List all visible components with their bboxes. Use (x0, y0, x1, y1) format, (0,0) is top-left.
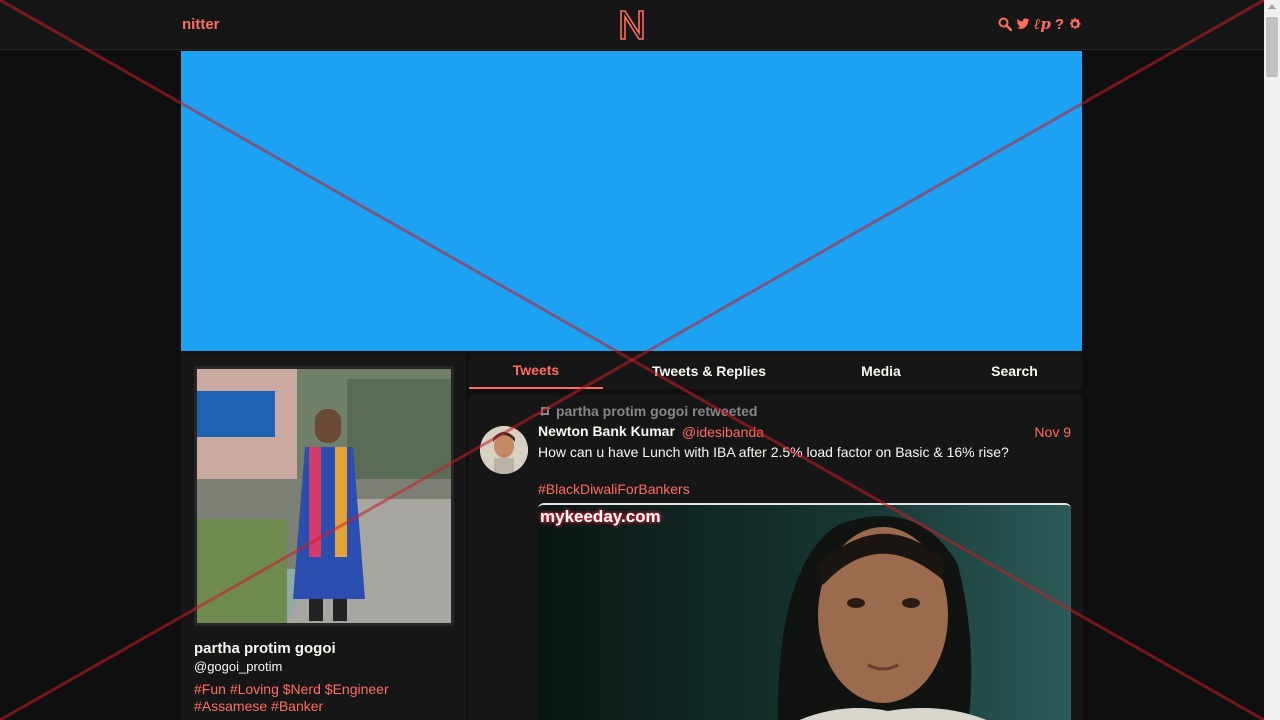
tweet-item[interactable]: partha protim gogoi retweeted Newton Ban… (469, 395, 1082, 720)
bio-line-2: #Assamese #Banker (194, 698, 454, 715)
profile-avatar[interactable] (194, 366, 454, 626)
tweet-fullname[interactable]: Newton Bank Kumar (538, 423, 675, 439)
tweet-text: How can u have Lunch with IBA after 2.5%… (538, 444, 1009, 460)
nitter-logo-icon[interactable] (618, 9, 646, 41)
twitter-bird-icon[interactable] (1016, 16, 1030, 32)
retweet-header-text: partha protim gogoi retweeted (556, 403, 758, 419)
tab-tweets[interactable]: Tweets (469, 353, 603, 389)
tweet-username[interactable]: @idesibanda (682, 424, 764, 440)
profile-username[interactable]: @gogoi_protim (194, 659, 282, 674)
media-watermark: mykeeday.com (540, 507, 661, 526)
page-scrollbar[interactable] (1264, 0, 1280, 720)
profile-fullname[interactable]: partha protim gogoi (194, 640, 336, 657)
bio-cashtag-nerd[interactable]: $Nerd (283, 681, 321, 697)
brand-link[interactable]: nitter (182, 16, 220, 33)
tab-tweets-replies[interactable]: Tweets & Replies (603, 353, 815, 389)
tweet-hashtag[interactable]: #BlackDiwaliForBankers (538, 481, 690, 497)
navbar: nitter ℓp ? (0, 0, 1264, 50)
bio-hashtag-banker[interactable]: #Banker (271, 698, 323, 714)
bio-hashtag-fun[interactable]: #Fun (194, 681, 226, 697)
help-icon[interactable]: ? (1055, 16, 1064, 33)
gear-icon[interactable] (1068, 16, 1082, 32)
scroll-thumb[interactable] (1266, 17, 1278, 77)
bio-hashtag-loving[interactable]: #Loving (230, 681, 279, 697)
profile-card: partha protim gogoi @gogoi_protim #Fun #… (181, 353, 466, 720)
timeline-tabs: Tweets Tweets & Replies Media Search (469, 353, 1082, 389)
profile-bio: #Fun #Loving $Nerd $Engineer #Assamese #… (194, 681, 454, 715)
tweet-date[interactable]: Nov 9 (1034, 424, 1071, 440)
bio-cashtag-engineer[interactable]: $Engineer (325, 681, 389, 697)
tab-media[interactable]: Media (815, 353, 947, 389)
retweet-header: partha protim gogoi retweeted (538, 403, 757, 419)
bio-hashtag-assamese[interactable]: #Assamese (194, 698, 267, 714)
rss-icon[interactable]: ℓp (1034, 15, 1051, 33)
profile-banner[interactable] (181, 51, 1082, 351)
tweet-media[interactable]: mykeeday.com (538, 503, 1071, 720)
tab-search[interactable]: Search (947, 353, 1082, 389)
scroll-up-arrow-icon[interactable] (1268, 4, 1276, 9)
search-icon[interactable] (998, 16, 1012, 32)
bio-line-1: #Fun #Loving $Nerd $Engineer (194, 681, 454, 698)
retweet-icon (539, 406, 551, 416)
tweet-avatar[interactable] (480, 426, 528, 474)
nav-icons: ℓp ? (998, 15, 1082, 33)
